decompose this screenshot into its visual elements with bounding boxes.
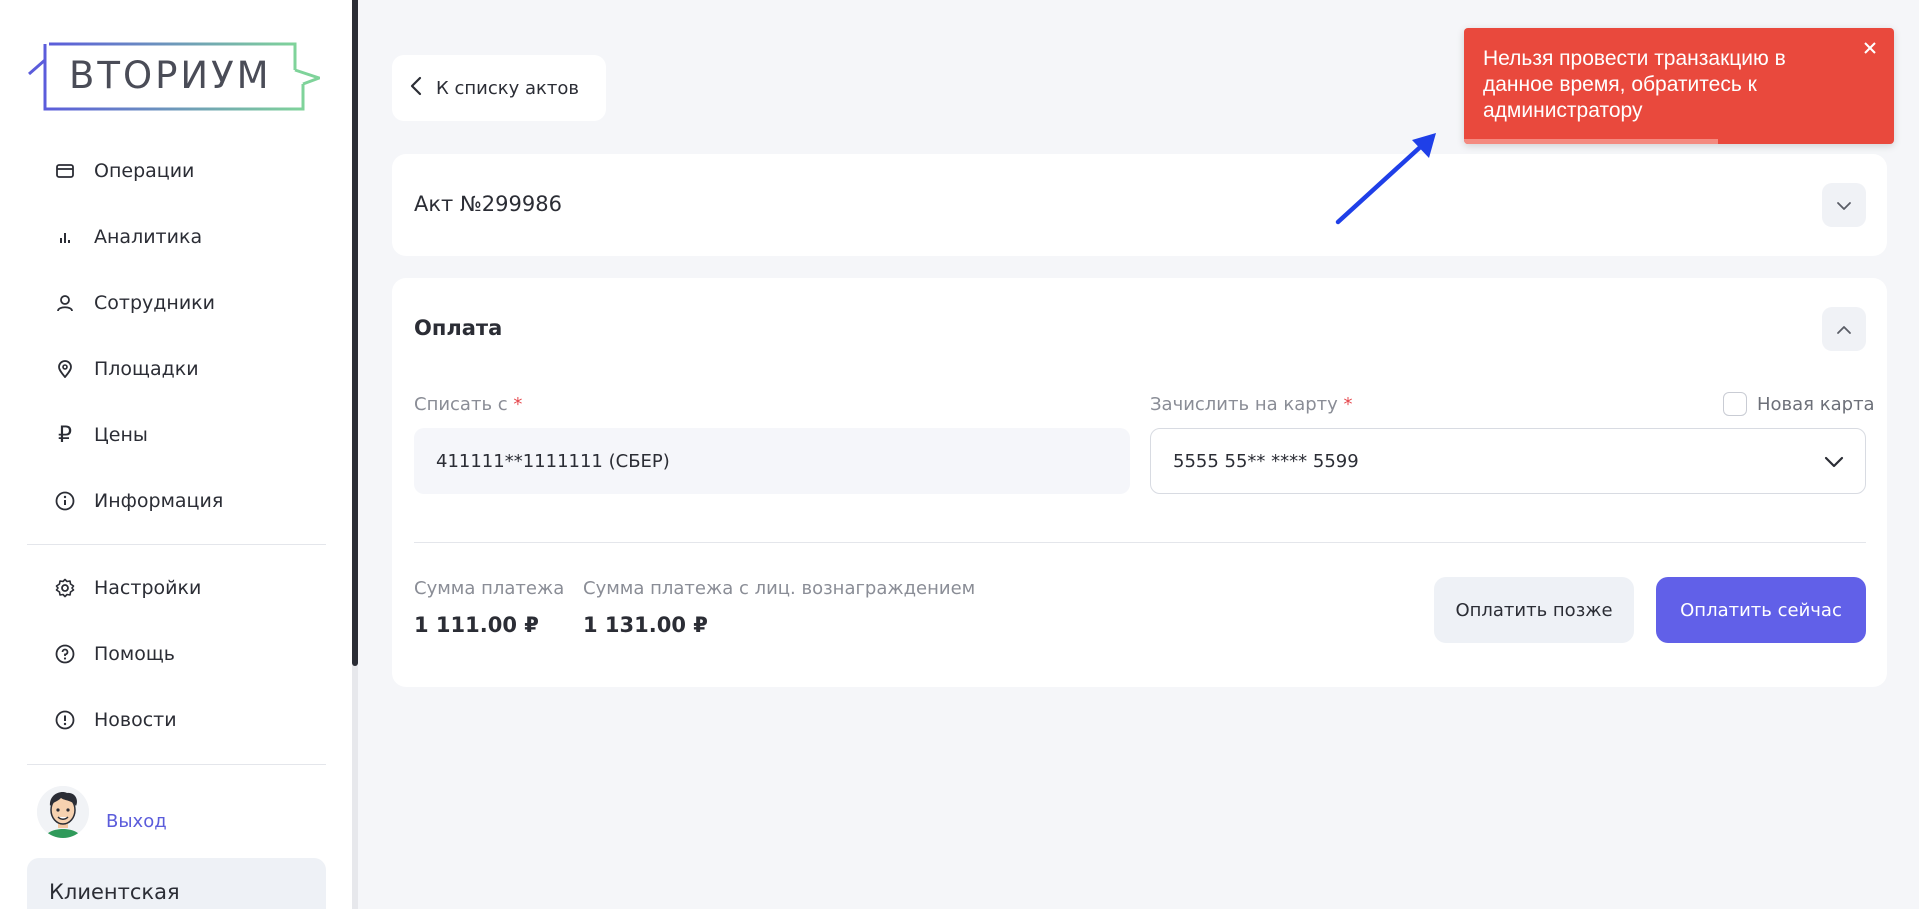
back-button-label: К списку актов xyxy=(436,77,580,99)
checkbox-box[interactable] xyxy=(1723,392,1747,416)
toast-message: Нельзя провести транзакцию в данное врем… xyxy=(1483,47,1786,122)
payment-title: Оплата xyxy=(414,316,503,340)
user-block: Выход xyxy=(37,786,167,838)
debit-label-text: Списать с xyxy=(414,394,508,415)
pay-now-button[interactable]: Оплатить сейчас xyxy=(1656,577,1866,643)
sidebar-item-sites[interactable]: Площадки xyxy=(0,336,352,402)
expand-act-button[interactable] xyxy=(1822,183,1866,227)
credit-card-value: 5555 55** **** 5599 xyxy=(1173,450,1359,472)
sidebar-item-label: Сотрудники xyxy=(94,292,215,314)
sidebar-item-news[interactable]: Новости xyxy=(0,687,352,753)
payment-sum-label: Сумма платежа xyxy=(414,578,565,599)
payment-sum-fee-label: Сумма платежа с лиц. вознаграждением xyxy=(583,578,976,599)
help-icon xyxy=(55,644,75,664)
act-title: Акт №299986 xyxy=(414,192,562,216)
sidebar-item-label: Площадки xyxy=(94,358,199,380)
section-divider xyxy=(414,542,1866,543)
sidebar-item-prices[interactable]: ₽ Цены xyxy=(0,402,352,468)
logo-text: ВТОРИУМ xyxy=(69,54,272,97)
debit-card-value: 411111**1111111 (СБЕР) xyxy=(436,450,670,472)
collapse-payment-button[interactable] xyxy=(1822,307,1866,351)
sidebar-item-label: Новости xyxy=(94,709,177,731)
annotation-arrow xyxy=(1335,133,1436,225)
toast-progress-bar xyxy=(1464,139,1718,144)
payment-sum-with-fee: Сумма платежа с лиц. вознаграждением 1 1… xyxy=(583,578,975,637)
payment-card: Оплата Списать с * 411111**1111111 (СБЕР… xyxy=(392,278,1887,687)
act-card: Акт №299986 xyxy=(392,154,1887,256)
info-icon xyxy=(55,491,75,511)
sidebar-item-label: Аналитика xyxy=(94,226,203,248)
required-mark: * xyxy=(513,394,523,415)
pay-later-button[interactable]: Оплатить позже xyxy=(1434,577,1634,643)
alert-circle-icon xyxy=(55,710,75,730)
sidebar-item-information[interactable]: Информация xyxy=(0,468,352,534)
client-section-label: Клиентская xyxy=(49,880,180,904)
sidebar-item-employees[interactable]: Сотрудники xyxy=(0,270,352,336)
sidebar-item-settings[interactable]: Настройки xyxy=(0,555,352,621)
error-toast: Нельзя провести транзакцию в данное врем… xyxy=(1464,28,1894,144)
payment-sum: Сумма платежа 1 111.00 ₽ xyxy=(414,578,564,637)
client-section[interactable]: Клиентская xyxy=(27,858,326,909)
chevron-left-icon xyxy=(410,76,422,100)
secondary-nav: Настройки Помощь Новости xyxy=(0,555,352,753)
sidebar-item-label: Цены xyxy=(94,424,148,446)
location-pin-icon xyxy=(55,359,75,379)
required-mark: * xyxy=(1343,394,1353,415)
avatar[interactable] xyxy=(37,786,89,838)
ruble-icon: ₽ xyxy=(58,422,72,448)
credit-label: Зачислить на карту * xyxy=(1150,394,1353,415)
new-card-checkbox[interactable]: Новая карта xyxy=(1723,392,1875,416)
logo[interactable]: ВТОРИУМ xyxy=(27,40,324,112)
sidebar-item-label: Информация xyxy=(94,490,224,512)
avatar-illustration xyxy=(37,786,89,838)
credit-label-text: Зачислить на карту xyxy=(1150,394,1338,415)
sidebar-item-label: Операции xyxy=(94,160,195,182)
sidebar-item-help[interactable]: Помощь xyxy=(0,621,352,687)
logout-link[interactable]: Выход xyxy=(106,811,167,832)
sidebar-item-label: Помощь xyxy=(94,643,175,665)
sidebar-item-analytics[interactable]: Аналитика xyxy=(0,204,352,270)
chevron-up-icon xyxy=(1836,320,1852,339)
bar-chart-icon xyxy=(55,227,75,247)
payment-sum-fee-value: 1 131.00 ₽ xyxy=(583,613,708,637)
new-card-label: Новая карта xyxy=(1757,393,1875,415)
sidebar-scrollbar-thumb[interactable] xyxy=(352,0,358,666)
nav-divider xyxy=(27,764,326,765)
main-nav: Операции Аналитика Сотрудники Площадки ₽… xyxy=(0,138,352,534)
nav-divider xyxy=(27,544,326,545)
sidebar-item-operations[interactable]: Операции xyxy=(0,138,352,204)
back-to-acts-button[interactable]: К списку актов xyxy=(392,55,606,121)
chevron-down-icon xyxy=(1823,451,1845,478)
credit-card-select[interactable]: 5555 55** **** 5599 xyxy=(1150,428,1866,494)
sidebar: ВТОРИУМ Операции Аналитика Сотрудники Пл… xyxy=(0,0,352,909)
payment-sum-value: 1 111.00 ₽ xyxy=(414,613,539,637)
debit-card-field: 411111**1111111 (СБЕР) xyxy=(414,428,1130,494)
sidebar-item-label: Настройки xyxy=(94,577,202,599)
gear-icon xyxy=(55,578,75,598)
user-icon xyxy=(55,293,75,313)
close-icon[interactable] xyxy=(1860,38,1880,58)
debit-label: Списать с * xyxy=(414,394,522,415)
card-icon xyxy=(55,161,75,181)
chevron-down-icon xyxy=(1836,196,1852,215)
